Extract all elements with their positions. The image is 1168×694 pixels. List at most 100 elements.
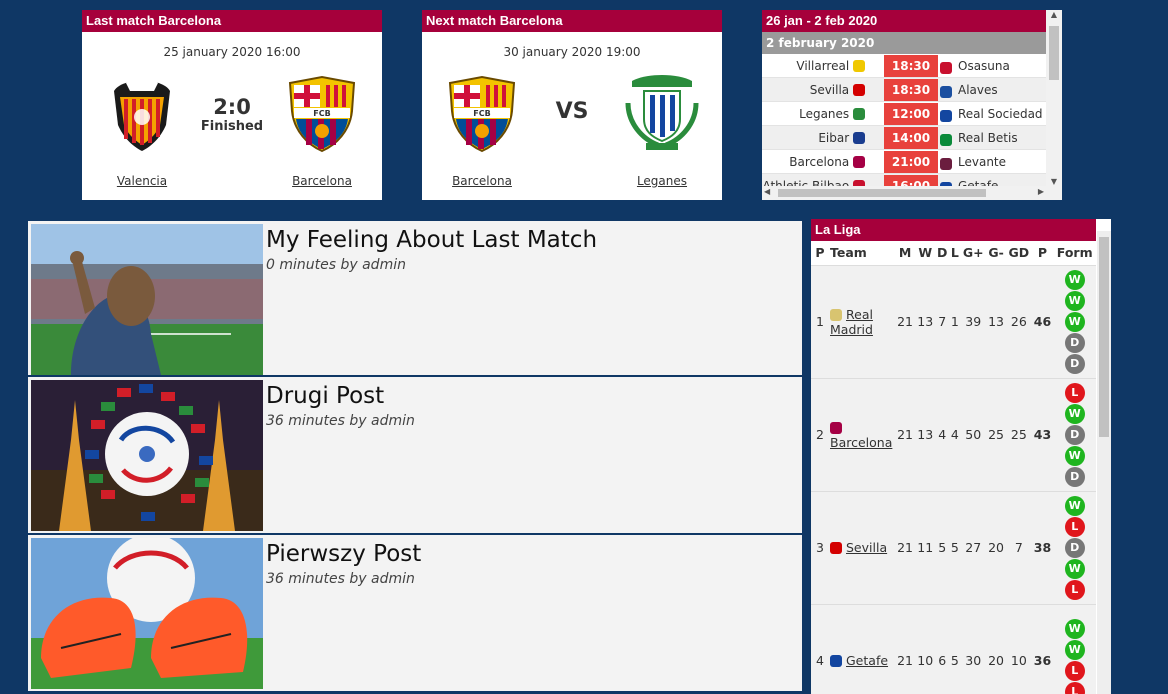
league-position: 1 xyxy=(811,264,829,378)
schedule-rows: Villarreal 18:30 Osasuna Sevilla 18:30 Alav… xyxy=(762,54,1046,198)
schedule-away-team[interactable]: Osasuna xyxy=(938,59,1010,74)
stat-gf: 50 xyxy=(960,377,986,491)
form-result-badge: L xyxy=(1064,682,1085,694)
column-header: Team xyxy=(829,241,895,265)
schedule-home-team[interactable]: Barcelona xyxy=(762,155,868,169)
league-table-widget: La Liga P Team M W D L G+ G- GD P Form 1… xyxy=(811,219,1111,694)
form-result-badge: W xyxy=(1064,311,1085,332)
stat-w: 10 xyxy=(915,603,936,694)
post-item[interactable]: Drugi Post 36 minutes by admin xyxy=(26,377,804,535)
barcelona-crest-icon: FCB xyxy=(288,75,356,153)
schedule-row[interactable]: Barcelona 21:00 Levante xyxy=(762,150,1046,174)
leganes-crest-icon xyxy=(625,75,699,150)
league-scroll-thumb[interactable] xyxy=(1099,237,1109,437)
schedule-home-team[interactable]: Eibar xyxy=(762,131,868,145)
schedule-home-team[interactable]: Leganes xyxy=(762,107,868,121)
post-item[interactable]: My Feeling About Last Match 0 minutes by… xyxy=(26,219,804,377)
schedule-day: 2 february 2020 xyxy=(762,32,1046,54)
scroll-right-arrow-icon[interactable]: ▶ xyxy=(1038,187,1044,196)
stat-m: 21 xyxy=(895,377,916,491)
stat-m: 21 xyxy=(895,490,916,604)
schedule-away-team[interactable]: Levante xyxy=(938,155,1006,170)
team-link[interactable]: Barcelona xyxy=(830,435,892,450)
stat-ga: 20 xyxy=(985,603,1007,694)
schedule-widget: 26 jan - 2 feb 2020 2 february 2020 Vill… xyxy=(762,10,1062,200)
schedule-home-team[interactable]: Sevilla xyxy=(762,83,868,97)
schedule-away-team[interactable]: Real Sociedad xyxy=(938,107,1043,122)
team-crest-icon xyxy=(830,421,842,434)
schedule-time: 12:00 xyxy=(884,102,938,125)
post-title[interactable]: Pierwszy Post xyxy=(266,541,421,567)
scroll-left-arrow-icon[interactable]: ◀ xyxy=(764,187,770,196)
form-result-badge: D xyxy=(1064,424,1085,445)
form-result-badge: W xyxy=(1064,445,1085,466)
last-match-away-link[interactable]: Barcelona xyxy=(267,174,377,188)
svg-text:FCB: FCB xyxy=(473,109,490,118)
column-header: Form xyxy=(1053,241,1096,265)
league-row: 1 Real Madrid 21 13 7 1 39 13 26 46 W W W D D xyxy=(811,264,1096,378)
schedule-hscroll-thumb[interactable] xyxy=(778,189,986,197)
last-match-score: 2:0 xyxy=(213,95,251,119)
stat-gd: 10 xyxy=(1006,603,1032,694)
next-match-home-link[interactable]: Barcelona xyxy=(427,174,537,188)
league-team: Sevilla xyxy=(829,490,895,604)
post-title[interactable]: My Feeling About Last Match xyxy=(266,227,597,253)
schedule-row[interactable]: Sevilla 18:30 Alaves xyxy=(762,78,1046,102)
league-header: La Liga xyxy=(811,219,1096,241)
form-result-badge: W xyxy=(1064,290,1085,311)
scroll-down-arrow-icon[interactable]: ▼ xyxy=(1046,177,1062,186)
home-team-crest-icon xyxy=(853,107,865,120)
next-match-away-link[interactable]: Leganes xyxy=(607,174,717,188)
stat-gf: 30 xyxy=(960,603,986,694)
post-title[interactable]: Drugi Post xyxy=(266,383,384,409)
form-cell: WWLL xyxy=(1053,603,1096,694)
last-match-widget: Last match Barcelona 25 january 2020 16:… xyxy=(82,10,382,200)
league-table-header-row: P Team M W D L G+ G- GD P Form xyxy=(811,241,1096,265)
stadium-fan-image[interactable] xyxy=(31,224,263,375)
league-row: 4 Getafe 21 10 6 5 30 20 10 36 W W L L xyxy=(811,603,1096,694)
next-match-vs: VS xyxy=(555,99,589,124)
stat-w: 13 xyxy=(915,264,936,378)
svg-text:FCB: FCB xyxy=(313,109,330,118)
column-header: D xyxy=(935,241,950,265)
post-item[interactable]: Pierwszy Post 36 minutes by admin xyxy=(26,535,804,693)
league-team: Real Madrid xyxy=(829,264,895,378)
last-match-status: Finished xyxy=(200,119,264,134)
football-boots-image[interactable] xyxy=(31,538,263,689)
column-header: P xyxy=(1031,241,1054,265)
away-team-crest-icon xyxy=(940,85,952,98)
schedule-row[interactable]: Leganes 12:00 Real Sociedad xyxy=(762,102,1046,126)
schedule-scroll-thumb[interactable] xyxy=(1049,26,1059,80)
stat-gd: 25 xyxy=(1006,377,1032,491)
league-vertical-scrollbar[interactable] xyxy=(1097,231,1111,694)
column-header: G+ xyxy=(960,241,986,265)
form-result-badge: W xyxy=(1064,403,1085,424)
schedule-away-team[interactable]: Real Betis xyxy=(938,131,1018,146)
schedule-row[interactable]: Eibar 14:00 Real Betis xyxy=(762,126,1046,150)
home-team-crest-icon xyxy=(853,59,865,72)
scroll-up-arrow-icon[interactable]: ▲ xyxy=(1046,10,1062,24)
barcelona-crest-icon: FCB xyxy=(448,75,516,153)
football-flags-image[interactable] xyxy=(31,380,263,531)
form-result-badge: W xyxy=(1064,619,1085,640)
schedule-time: 21:00 xyxy=(884,150,938,173)
last-match-date: 25 january 2020 16:00 xyxy=(163,45,301,59)
home-team-crest-icon xyxy=(853,131,865,144)
stat-d: 6 xyxy=(935,603,950,694)
last-match-home-link[interactable]: Valencia xyxy=(87,174,197,188)
schedule-row[interactable]: Villarreal 18:30 Osasuna xyxy=(762,54,1046,78)
home-team-crest-icon xyxy=(853,155,865,168)
schedule-horizontal-scrollbar[interactable]: ◀ ▶ xyxy=(762,186,1046,200)
schedule-vertical-scrollbar[interactable]: ▲ ▼ xyxy=(1046,10,1062,200)
team-link[interactable]: Getafe xyxy=(846,653,888,668)
column-header: P xyxy=(811,241,829,265)
points: 43 xyxy=(1031,377,1054,491)
schedule-away-team[interactable]: Alaves xyxy=(938,83,998,98)
league-team: Barcelona xyxy=(829,377,895,491)
post-meta: 36 minutes by admin xyxy=(266,571,415,587)
stat-l: 5 xyxy=(949,490,961,604)
schedule-time: 18:30 xyxy=(884,78,938,101)
team-link[interactable]: Sevilla xyxy=(846,540,887,555)
form-result-badge: D xyxy=(1064,332,1085,353)
schedule-home-team[interactable]: Villarreal xyxy=(762,59,868,73)
